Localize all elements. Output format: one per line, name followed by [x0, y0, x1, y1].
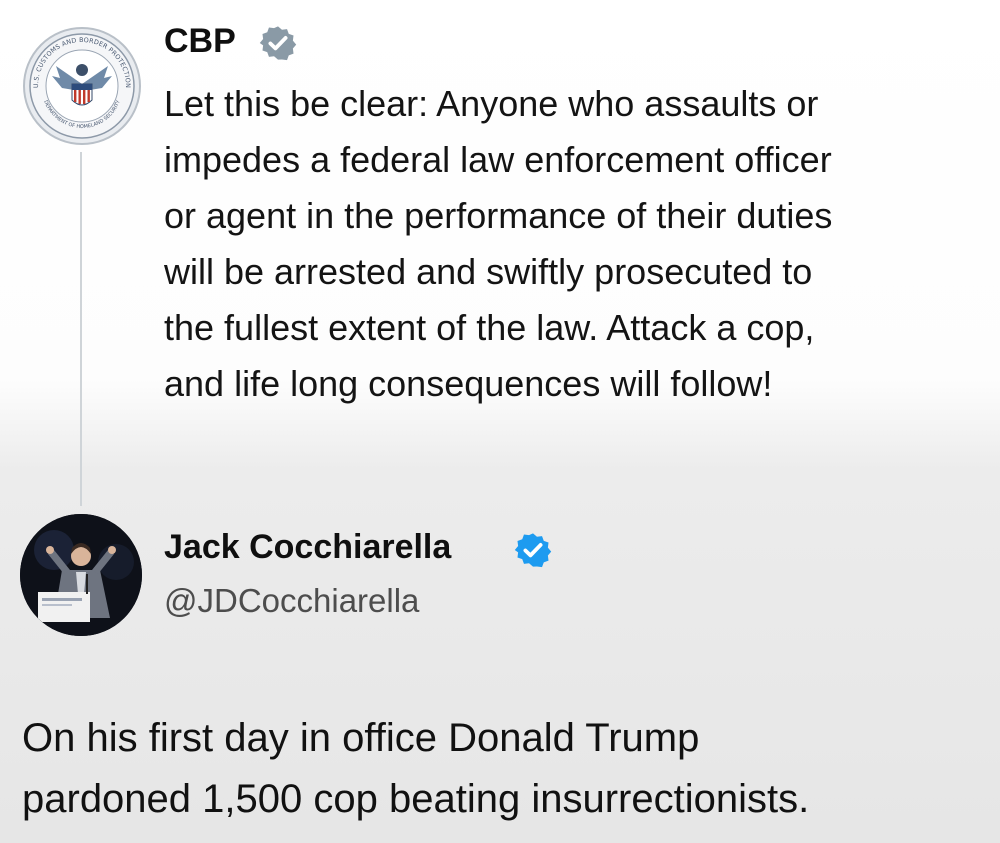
blue-verified-badge-icon	[514, 533, 552, 568]
cbp-seal-avatar[interactable]: U.S. CUSTOMS AND BORDER PROTECTION DEPAR…	[22, 26, 142, 146]
jack-cocchiarella-avatar[interactable]	[20, 514, 142, 636]
thread-connector-line	[80, 152, 82, 506]
jack-handle[interactable]: @JDCocchiarella	[164, 582, 419, 620]
person-at-podium-photo-icon	[20, 514, 142, 636]
cbp-seal-icon: U.S. CUSTOMS AND BORDER PROTECTION DEPAR…	[23, 27, 141, 145]
cbp-author-name[interactable]: CBP	[164, 22, 236, 61]
gray-verified-badge-icon	[259, 26, 297, 61]
cbp-post-text: Let this be clear: Anyone who assaults o…	[164, 83, 833, 404]
jack-post-text: On his first day in office Donald Trump …	[22, 716, 810, 821]
jack-author-name[interactable]: Jack Cocchiarella	[164, 528, 451, 567]
